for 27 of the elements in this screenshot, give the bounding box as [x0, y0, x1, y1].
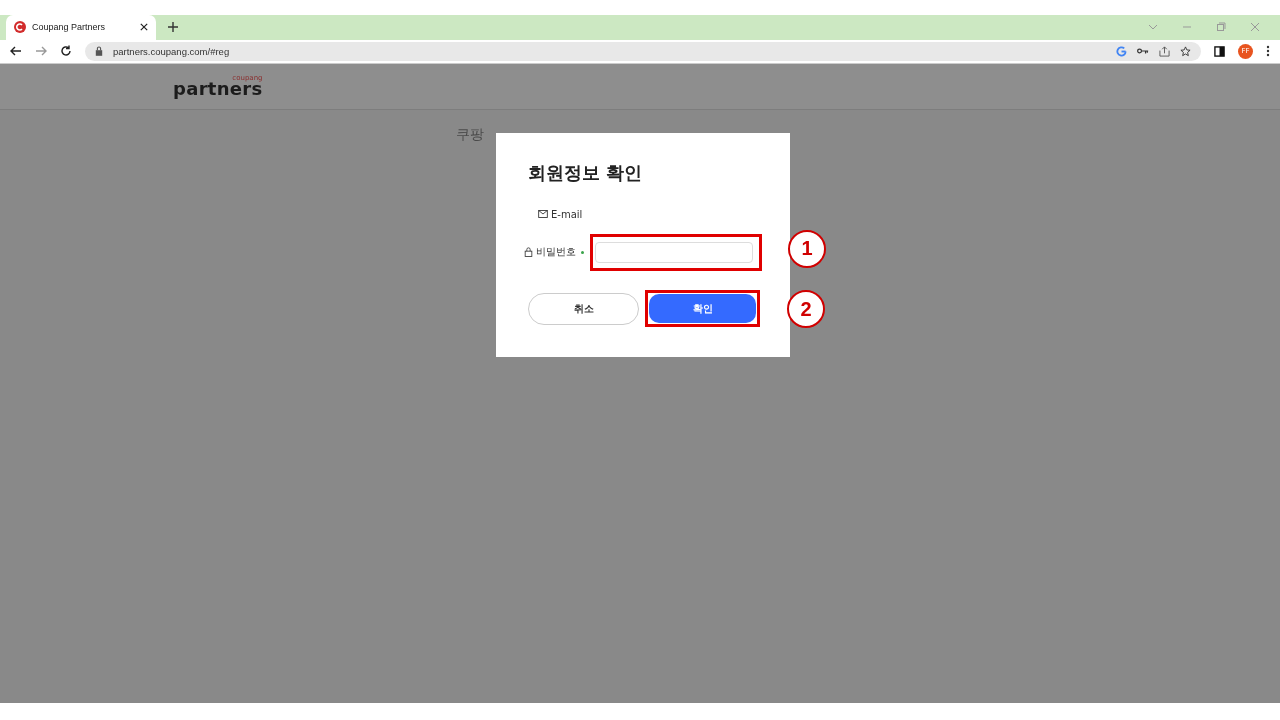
close-icon[interactable] [140, 23, 148, 32]
mail-icon [538, 210, 548, 219]
menu-icon[interactable] [1266, 45, 1270, 58]
star-icon[interactable] [1180, 45, 1191, 57]
back-icon[interactable] [10, 45, 22, 58]
cancel-button[interactable]: 취소 [528, 292, 639, 325]
google-icon[interactable] [1116, 45, 1127, 57]
lock-icon [524, 247, 533, 258]
url-text: partners.coupang.com/#reg [113, 45, 230, 57]
step-number: 2 [787, 290, 825, 329]
page-title: 쿠팡 [456, 125, 484, 144]
confirm-button[interactable]: 확인 [649, 294, 756, 324]
share-icon[interactable] [1159, 45, 1170, 57]
reload-icon[interactable] [60, 45, 72, 58]
forward-icon[interactable] [35, 45, 47, 58]
favicon-icon [14, 21, 26, 34]
key-icon[interactable] [1137, 47, 1149, 56]
lock-icon [95, 46, 103, 57]
step-number: 1 [788, 229, 826, 268]
dialog-title: 회원정보 확인 [528, 160, 644, 185]
browser-tab[interactable]: Coupang Partners [6, 15, 156, 40]
new-tab-icon[interactable] [168, 22, 178, 33]
password-label: 비밀번호 [536, 245, 576, 260]
email-label: E-mail [551, 208, 583, 220]
address-bar[interactable]: partners.coupang.com/#reg [85, 41, 1201, 61]
side-panel-icon[interactable] [1214, 45, 1225, 57]
password-field[interactable] [595, 241, 753, 263]
